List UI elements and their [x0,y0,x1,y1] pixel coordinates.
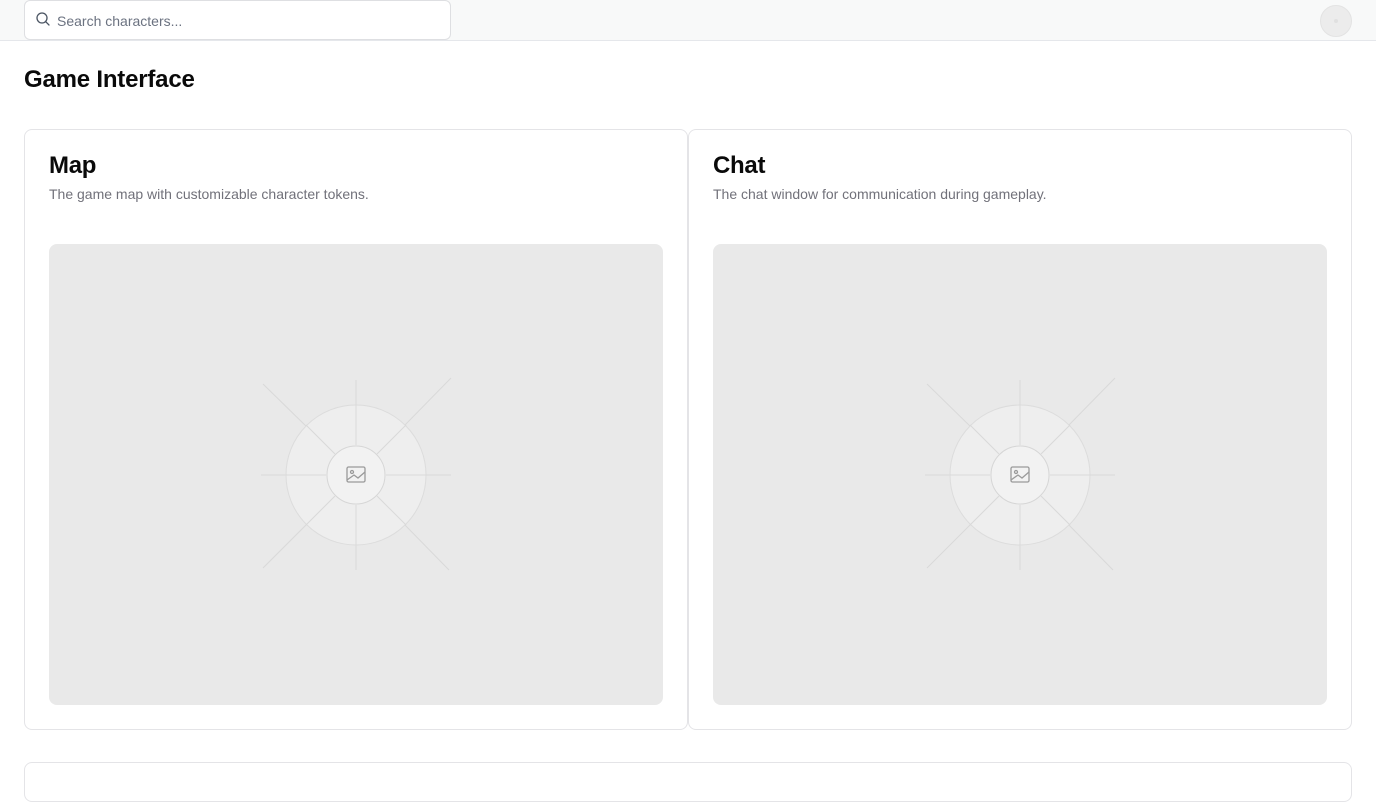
map-card-title: Map [49,152,97,179]
user-avatar[interactable] [1320,5,1352,37]
image-placeholder-graphic [925,377,1116,571]
next-section-card [24,762,1352,802]
top-bar [0,0,1376,41]
chat-card-title: Chat [713,152,766,179]
chat-card-description: The chat window for communication during… [713,186,1047,202]
map-card-description: The game map with customizable character… [49,186,369,202]
page-title: Game Interface [24,66,195,93]
search-icon [36,12,50,26]
map-image-placeholder [49,244,663,705]
image-placeholder-graphic [261,377,452,571]
search-input[interactable] [57,7,437,35]
avatar-dot [1334,19,1338,23]
map-card: Map The game map with customizable chara… [24,129,688,730]
chat-image-placeholder [713,244,1327,705]
search-box[interactable] [24,0,451,40]
chat-card: Chat The chat window for communication d… [688,129,1352,730]
